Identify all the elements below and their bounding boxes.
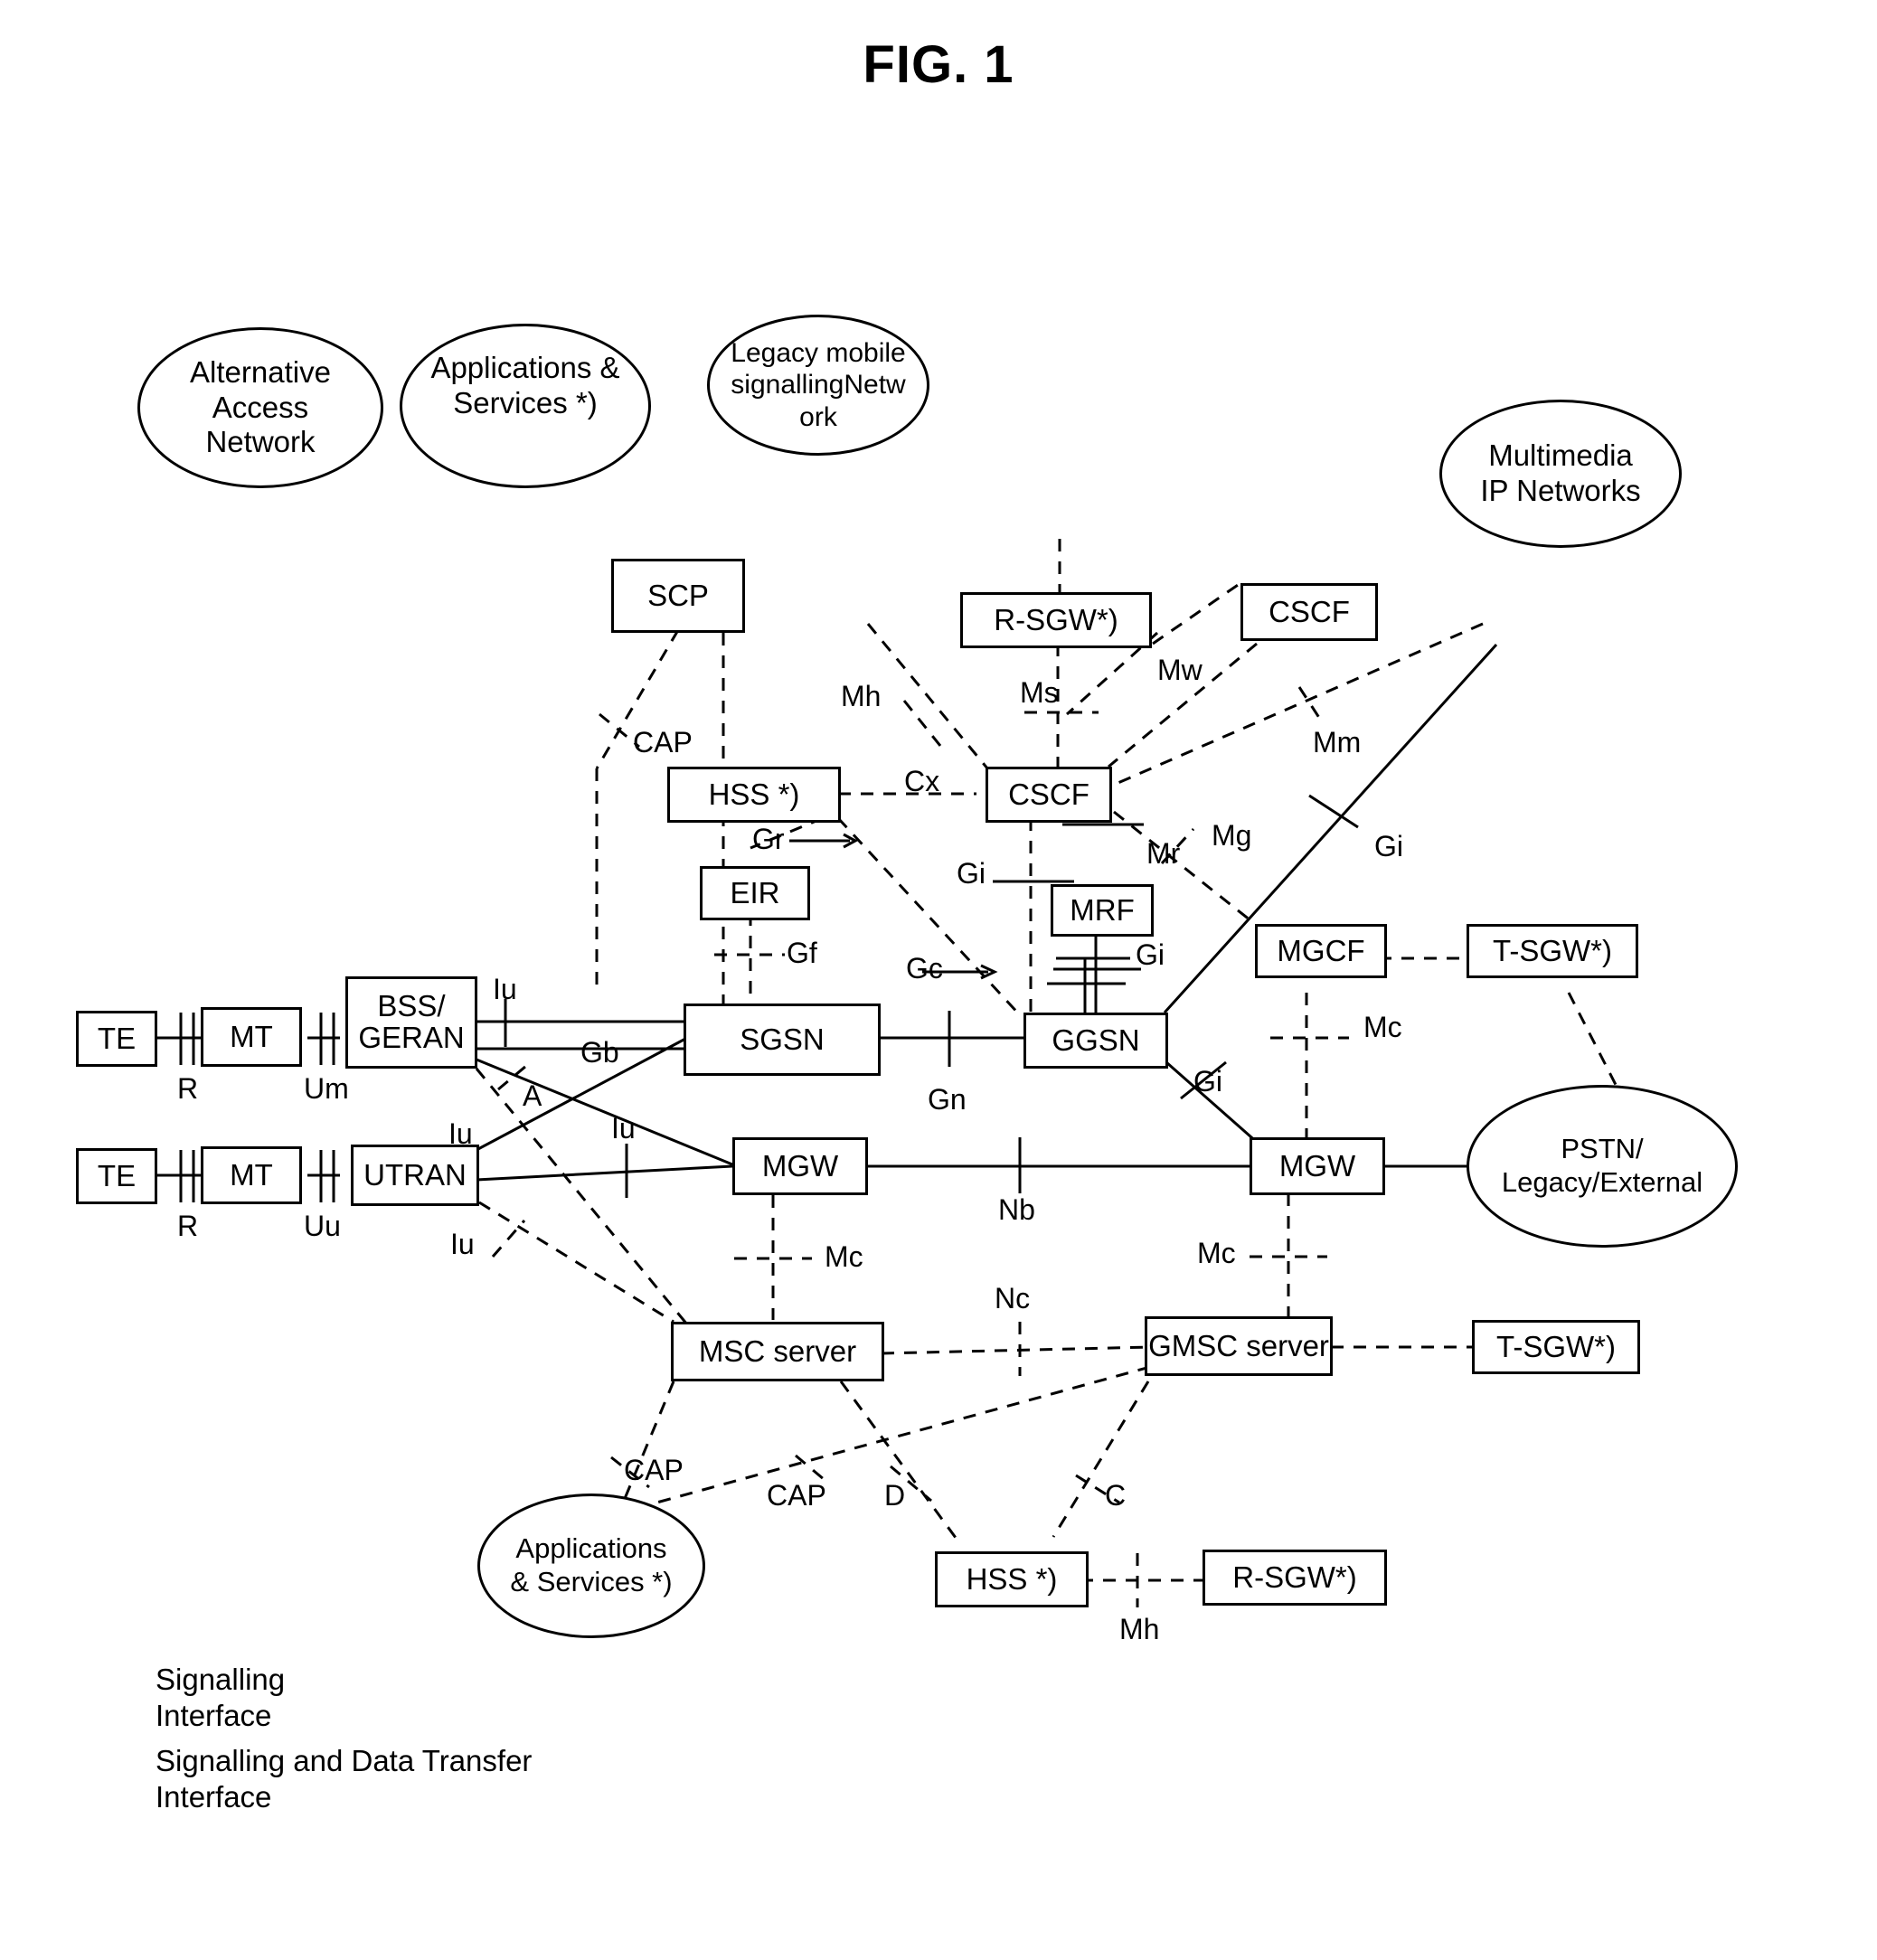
cloud-applications-services-top[interactable]: Applications & Services *) [400,324,651,488]
node-label: HSS *) [966,1561,1058,1596]
node-hss-top[interactable]: HSS *) [667,767,841,823]
node-hss-bottom[interactable]: HSS *) [935,1551,1089,1607]
label-nb: Nb [998,1193,1035,1226]
cloud-label: PSTN/Legacy/External [1501,1133,1703,1198]
node-mt-bottom[interactable]: MT [201,1146,302,1204]
node-mrf[interactable]: MRF [1051,884,1154,937]
node-utran[interactable]: UTRAN [351,1145,479,1206]
label-d: D [884,1479,906,1512]
label-gn: Gn [928,1083,967,1116]
label-c: C [1105,1479,1127,1512]
node-label: MGCF [1277,933,1365,967]
label-cap-mid-bottom: CAP [767,1479,826,1512]
label-mg: Mg [1212,819,1252,852]
node-label: MGW [761,1148,839,1183]
cloud-multimedia-ip-networks[interactable]: Multimedia IP Networks [1439,400,1682,548]
node-label: R-SGW*) [1232,1560,1357,1594]
label-iu-utran-top: Iu [448,1117,473,1150]
label-nc: Nc [995,1282,1031,1315]
node-r-sgw-top[interactable]: R-SGW*) [960,592,1152,648]
node-msc-server[interactable]: MSC server [671,1322,884,1381]
node-cscf-top[interactable]: CSCF [1240,583,1378,641]
node-ggsn[interactable]: GGSN [1023,1013,1168,1069]
node-mgw-left[interactable]: MGW [732,1137,868,1195]
label-mc-left: Mc [825,1240,863,1273]
cloud-label: Legacy mobile signallingNetw ork [731,337,906,432]
label-mc-mgcf: Mc [1363,1011,1402,1043]
node-label: CSCF [1008,777,1089,811]
label-mw: Mw [1157,654,1203,686]
label-mh-top: Mh [841,680,882,712]
figure-canvas: FIG. 1 Alternative Access Network Applic… [0,0,1877,1960]
node-gmsc-server[interactable]: GMSC server [1145,1316,1333,1376]
legend-signalling: Signalling Interface [156,1663,286,1733]
node-label: HSS *) [708,777,800,811]
node-label: SGSN [740,1022,825,1056]
node-scp[interactable]: SCP [611,559,745,633]
label-mr: Mr [1146,837,1181,870]
node-r-sgw-bottom[interactable]: R-SGW*) [1203,1550,1387,1606]
node-te-bottom[interactable]: TE [76,1148,157,1204]
node-te-top[interactable]: TE [76,1011,157,1067]
label-gb: Gb [580,1036,619,1069]
cloud-legacy-mobile-signalling-network[interactable]: Legacy mobile signallingNetw ork [707,315,929,456]
legend-signalling-data-transfer: Signalling and Data Transfer Interface [156,1744,533,1814]
node-label: R-SGW*) [994,602,1118,636]
label-gr: Gr [752,823,785,855]
node-label: BSS/GERAN [358,989,465,1054]
node-label: MRF [1070,892,1135,927]
node-label: MT [230,1019,273,1053]
node-cscf-main[interactable]: CSCF [986,767,1112,823]
cloud-alternative-access-network[interactable]: Alternative Access Network [137,327,383,488]
label-gi-cscf: Gi [957,857,986,890]
node-t-sgw-bottom[interactable]: T-SGW*) [1472,1320,1640,1374]
node-label: SCP [647,578,709,612]
node-label: GGSN [1052,1022,1140,1057]
cloud-applications-services-bottom[interactable]: Applications & Services *) [477,1494,705,1638]
node-label: UTRAN [363,1157,467,1192]
node-label: GMSC server [1148,1328,1329,1362]
node-label: T-SGW*) [1496,1329,1616,1363]
cloud-pstn-legacy-external[interactable]: PSTN/Legacy/External [1467,1085,1738,1248]
node-t-sgw-top[interactable]: T-SGW*) [1467,924,1638,978]
node-label: EIR [730,875,780,909]
cloud-label: Alternative Access Network [190,354,331,459]
node-sgsn[interactable]: SGSN [684,1004,881,1076]
node-label: MGW [1278,1148,1356,1183]
label-gi-ggsn: Gi [1193,1065,1222,1098]
label-mm: Mm [1313,726,1362,759]
node-label: CSCF [1269,594,1350,628]
cloud-label: Multimedia IP Networks [1480,438,1641,507]
label-gi-mrf: Gi [1136,938,1165,971]
label-iu-mid: Iu [611,1112,636,1145]
label-gi-right: Gi [1374,830,1403,862]
label-a: A [523,1079,542,1112]
node-mgcf[interactable]: MGCF [1255,924,1387,978]
label-um: Um [304,1072,349,1105]
label-r-top: R [177,1072,199,1105]
node-bss-geran[interactable]: BSS/GERAN [345,976,477,1069]
node-label: TE [97,1021,137,1055]
label-gf: Gf [787,937,817,969]
label-ms: Ms [1020,676,1059,709]
node-mgw-right[interactable]: MGW [1250,1137,1385,1195]
label-mc-right: Mc [1197,1237,1236,1269]
label-cap-left-bottom: CAP [624,1454,684,1486]
label-r-bottom: R [177,1210,199,1242]
label-gc: Gc [906,952,943,985]
label-uu: Uu [304,1210,341,1242]
label-cx: Cx [904,765,940,797]
label-iu-bss: Iu [493,973,517,1005]
node-label: T-SGW*) [1493,933,1612,967]
node-label: MSC server [698,1333,857,1368]
node-label: MT [230,1157,273,1192]
label-cap-top: CAP [633,726,693,759]
cloud-label: Applications & Services *) [510,1532,673,1597]
node-eir[interactable]: EIR [700,866,810,920]
node-mt-top[interactable]: MT [201,1007,302,1067]
label-mh-bottom: Mh [1119,1613,1160,1645]
cloud-label: Applications & Services *) [430,351,620,419]
node-label: TE [97,1158,137,1192]
label-iu-bottom: Iu [450,1228,475,1260]
